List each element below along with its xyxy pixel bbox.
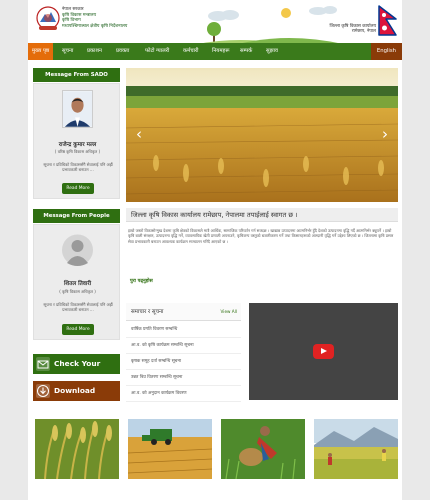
main-navigation: मुख्य पृष्ठ सूचना प्रकाशन प्रवक्ता फोटो … [28, 43, 402, 60]
sado-read-more-button[interactable]: Read More [62, 183, 94, 194]
nav-item-suggestion[interactable]: सुझाव [266, 43, 278, 60]
welcome-read-more-link[interactable]: पुरा पढ्नुहोस [130, 278, 153, 284]
sado-photo [62, 90, 93, 128]
news-header: समाचार र सूचना View All [126, 303, 241, 321]
news-item[interactable]: आ.व. को कृषि कार्यक्रम सम्बन्धि सूचना [126, 338, 241, 354]
wheat-field-slide [126, 68, 398, 202]
hill-farm-photo [314, 419, 398, 479]
sado-message-panel: राजेन्द्र कुमार मल्ल ( वरिष्ठ कृषि विकास… [33, 83, 120, 199]
news-item[interactable]: वार्षिक प्रगति विवरण सम्बन्धि [126, 322, 241, 338]
nav-item-rules[interactable]: नियमहरू [212, 43, 229, 60]
header-office-names: नेपाल सरकार कृषि विकास मन्त्रालय कृषि वि… [62, 7, 127, 29]
people-photo [62, 231, 93, 269]
hero-image-slider[interactable]: ‹ › [126, 68, 398, 202]
nav-item-home[interactable]: मुख्य पृष्ठ [28, 43, 54, 60]
welcome-title: जिल्ला कृषि विकास कार्यालय रामेछाप, नेपा… [126, 208, 398, 222]
sado-role: ( वरिष्ठ कृषि विकास अधिकृत ) [54, 149, 101, 154]
header-landscape-art [198, 6, 343, 44]
english-language-button[interactable]: English [370, 43, 402, 60]
nav-item-staff[interactable]: कर्मचारी [183, 43, 199, 60]
news-title: समाचार र सूचना [131, 309, 164, 315]
youtube-play-icon[interactable] [313, 344, 334, 359]
nav-item-spokesperson[interactable]: प्रवक्ता [116, 43, 129, 60]
nav-item-photo-gallery[interactable]: फोटो ग्यालरी [145, 43, 169, 60]
download-icon [36, 384, 50, 398]
farmer-planting-photo [221, 419, 305, 479]
rice-plants-photo [35, 419, 119, 479]
mail-icon [36, 357, 50, 371]
gallery-image-rice[interactable] [35, 419, 119, 479]
header-district-office: जिल्ला कृषि विकास कार्यालय रामेछाप, नेपा… [314, 24, 377, 35]
site-header: नेपाल सरकार कृषि विकास मन्त्रालय कृषि वि… [28, 0, 402, 44]
nav-item-publication[interactable]: प्रकाशन [87, 43, 102, 60]
sado-message-text: सूचना र प्रविधिको विकाससँगै सेवालाई पनि … [43, 162, 113, 173]
people-message-heading: Message From People [33, 209, 120, 223]
nepal-emblem-logo [36, 6, 60, 30]
user-placeholder-icon [62, 234, 93, 266]
sado-name: राजेन्द्र कुमार मल्ल [58, 142, 97, 148]
gallery-image-harvester[interactable] [128, 419, 212, 479]
people-name: शितल तिवारी [63, 281, 92, 287]
gallery-image-hills[interactable] [314, 419, 398, 479]
people-message-panel: शितल तिवारी ( कृषि विकास अधिकृत ) सूचना … [33, 224, 120, 340]
welcome-intro-text: हाम्रो जस्तो विकासोन्मुख देशमा कृषि क्षे… [128, 228, 394, 244]
video-player[interactable] [249, 303, 398, 400]
news-view-all-link[interactable]: View All [221, 303, 237, 321]
check-mail-button[interactable]: Check Your Mail [33, 354, 120, 388]
slider-next-arrow[interactable]: › [380, 126, 390, 142]
harvester-photo [128, 419, 212, 479]
nepal-flag [378, 5, 397, 36]
news-item[interactable]: कृषक समूह दर्ता सम्बन्धि सूचना [126, 354, 241, 370]
news-item[interactable]: आ.व. को अनुदान कार्यक्रम विवरण [126, 386, 241, 402]
people-message-text: सूचना र प्रविधिको विकाससँगै सेवालाई पनि … [43, 302, 113, 313]
people-role: ( कृषि विकास अधिकृत ) [59, 289, 96, 294]
slider-prev-arrow[interactable]: ‹ [134, 126, 144, 142]
page: नेपाल सरकार कृषि विकास मन्त्रालय कृषि वि… [28, 0, 402, 500]
nav-item-notice[interactable]: सूचना [62, 43, 73, 60]
download-label: Download [54, 386, 96, 395]
download-button[interactable]: Download [33, 381, 120, 401]
sado-portrait [63, 91, 92, 127]
header-right-line-2: रामेछाप, नेपाल [351, 29, 376, 35]
gallery-image-farmer[interactable] [221, 419, 305, 479]
header-line-4: मध्यपश्चिमाञ्चल क्षेत्रीय कृषि निर्देशना… [62, 23, 128, 29]
nav-item-contact[interactable]: सम्पर्क [240, 43, 252, 60]
news-item[interactable]: उन्नत बिउ वितरण सम्बन्धि सूचना [126, 370, 241, 386]
sado-message-heading: Message From SADO [33, 68, 120, 82]
people-read-more-button[interactable]: Read More [62, 324, 94, 335]
